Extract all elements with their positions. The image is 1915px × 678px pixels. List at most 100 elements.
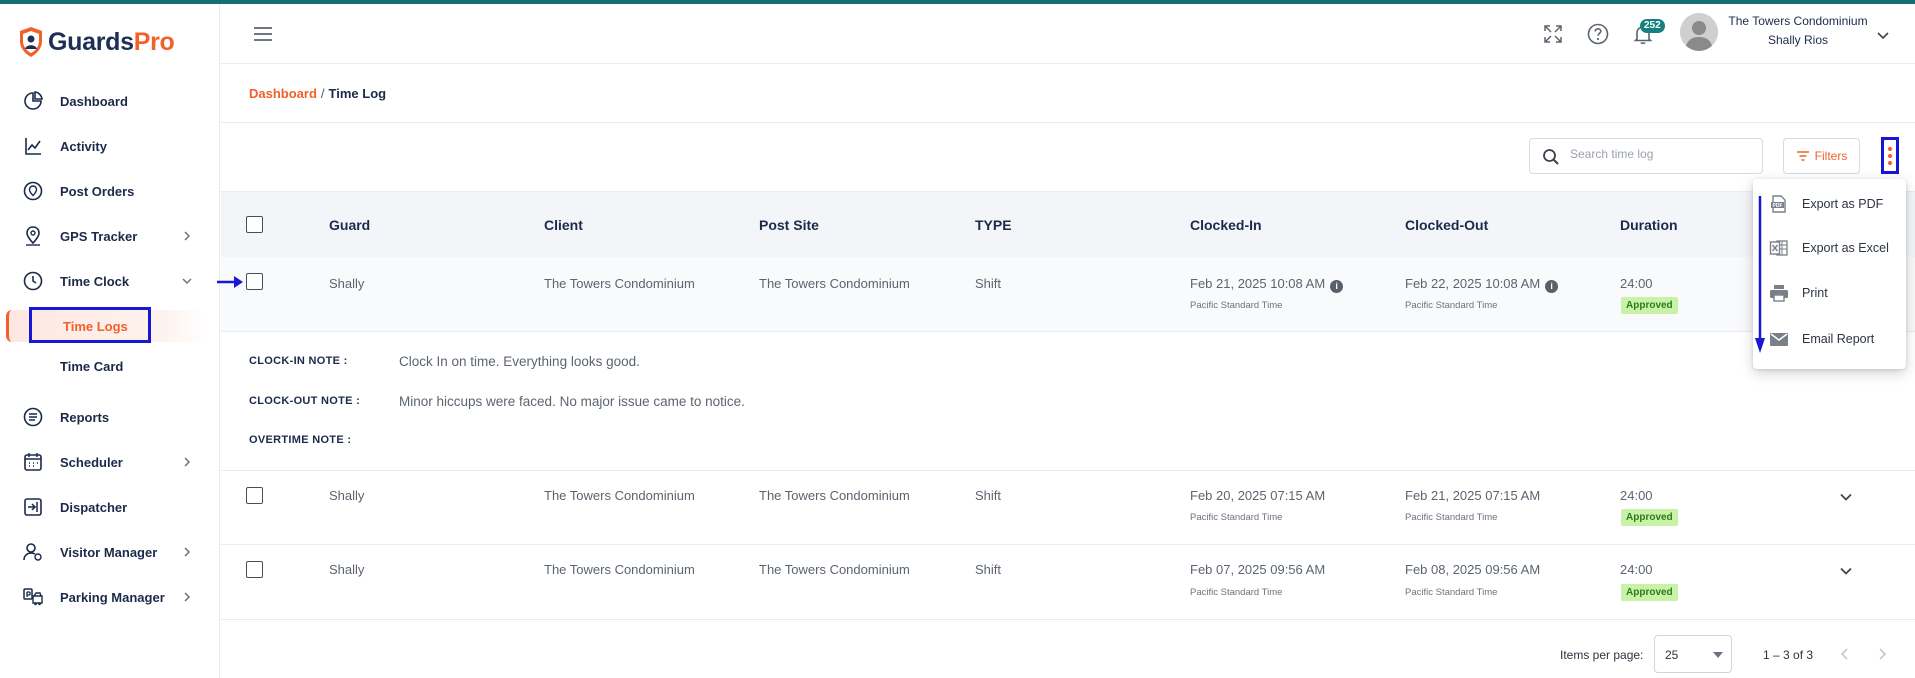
sidebar-item-visitor-manager[interactable]: Visitor Manager — [0, 534, 210, 570]
sidebar-item-gps-tracker[interactable]: GPS Tracker — [0, 218, 210, 254]
logo[interactable]: GuardsPro — [18, 26, 175, 58]
select-all-checkbox[interactable] — [246, 216, 263, 233]
menu-item-label: Export as Excel — [1802, 241, 1889, 255]
status-badge: Approved — [1621, 509, 1678, 526]
row-checkbox[interactable] — [246, 561, 263, 578]
fullscreen-icon[interactable] — [1541, 22, 1565, 46]
cell-clocked-out-timezone: Pacific Standard Time — [1405, 300, 1498, 311]
row-checkbox[interactable] — [246, 273, 263, 290]
filters-label: Filters — [1814, 149, 1848, 163]
sidebar-item-label: Dashboard — [60, 93, 128, 109]
column-header-clocked-in[interactable]: Clocked-In — [1190, 217, 1262, 233]
expand-row-chevron-down-icon[interactable] — [1838, 489, 1854, 505]
cell-duration: 24:00 — [1620, 562, 1653, 577]
overtime-note-label: OVERTIME NOTE : — [249, 434, 352, 446]
cell-client: The Towers Condominium — [544, 488, 695, 503]
cell-post-site: The Towers Condominium — [759, 276, 910, 291]
column-header-client[interactable]: Client — [544, 217, 583, 233]
info-icon[interactable]: i — [1330, 280, 1344, 293]
more-dot — [1888, 153, 1892, 158]
search-box[interactable] — [1529, 138, 1763, 174]
cell-clocked-out: Feb 22, 2025 10:08 AM i — [1405, 276, 1559, 293]
clock-in-note-label: CLOCK-IN NOTE : — [249, 355, 348, 367]
user-menu-chevron-down-icon[interactable] — [1875, 27, 1891, 43]
table-row[interactable]: Shally The Towers Condominium The Towers… — [221, 471, 1915, 545]
column-header-post-site[interactable]: Post Site — [759, 217, 819, 233]
cell-clocked-in-timezone: Pacific Standard Time — [1190, 587, 1283, 598]
cell-guard: Shally — [329, 488, 365, 503]
previous-page-icon[interactable] — [1838, 647, 1852, 661]
clock-in-note-value: Clock In on time. Everything looks good. — [399, 354, 640, 369]
calendar-icon — [24, 453, 42, 471]
user-organization: The Towers Condominium — [1728, 14, 1868, 28]
cell-clocked-out-timezone: Pacific Standard Time — [1405, 512, 1498, 523]
brand-name-part2: Pro — [133, 27, 175, 56]
hamburger-menu-icon[interactable] — [253, 26, 273, 42]
sidebar-item-dashboard[interactable]: Dashboard — [0, 83, 210, 119]
sidebar-item-label: Post Orders — [60, 183, 135, 199]
next-page-icon[interactable] — [1875, 647, 1889, 661]
cell-duration: 24:00 — [1620, 488, 1653, 503]
dispatcher-icon — [24, 498, 42, 516]
sidebar-subitem-time-card[interactable]: Time Card — [30, 350, 200, 382]
search-input[interactable] — [1570, 147, 1750, 161]
breadcrumb-link-dashboard[interactable]: Dashboard — [249, 86, 317, 101]
filter-icon — [1796, 151, 1809, 161]
sidebar-item-dispatcher[interactable]: Dispatcher — [0, 489, 210, 525]
avatar[interactable] — [1680, 13, 1718, 51]
clocked-out-value: Feb 22, 2025 10:08 AM — [1405, 276, 1541, 291]
breadcrumb: Dashboard / Time Log — [249, 86, 386, 101]
parking-icon — [23, 588, 43, 606]
more-options-button[interactable] — [1881, 137, 1899, 174]
sidebar-item-label: Scheduler — [60, 454, 123, 470]
cell-post-site: The Towers Condominium — [759, 488, 910, 503]
email-icon — [1770, 333, 1788, 346]
status-badge: Approved — [1621, 297, 1678, 314]
post-orders-icon — [23, 181, 43, 201]
notification-count-badge: 252 — [1640, 19, 1665, 33]
menu-item-export-excel[interactable]: Export as Excel — [1753, 226, 1906, 270]
filters-button[interactable]: Filters — [1783, 138, 1860, 174]
column-header-clocked-out[interactable]: Clocked-Out — [1405, 217, 1488, 233]
shield-logo-icon — [20, 27, 42, 57]
table-row[interactable]: Shally The Towers Condominium The Towers… — [221, 545, 1915, 620]
divider — [221, 122, 1915, 123]
cell-clocked-out: Feb 08, 2025 09:56 AM — [1405, 562, 1541, 577]
printer-icon — [1770, 285, 1788, 302]
breadcrumb-current: Time Log — [328, 86, 387, 101]
column-header-duration[interactable]: Duration — [1620, 217, 1678, 233]
sidebar-item-time-clock[interactable]: Time Clock — [0, 263, 210, 299]
sidebar-item-activity[interactable]: Activity — [0, 128, 210, 164]
pdf-icon: PDF — [1771, 195, 1786, 213]
info-icon[interactable]: i — [1545, 280, 1559, 293]
clocked-in-value: Feb 21, 2025 10:08 AM — [1190, 276, 1326, 291]
column-header-type[interactable]: TYPE — [975, 217, 1012, 233]
menu-item-label: Export as PDF — [1802, 197, 1884, 211]
items-per-page-select[interactable]: 25 — [1654, 635, 1732, 673]
column-header-guard[interactable]: Guard — [329, 217, 370, 233]
cell-type: Shift — [975, 562, 1002, 577]
menu-item-print[interactable]: Print — [1753, 271, 1906, 315]
menu-item-email-report[interactable]: Email Report — [1753, 317, 1906, 361]
items-per-page-value: 25 — [1665, 648, 1679, 662]
help-icon[interactable] — [1586, 22, 1610, 46]
sidebar-item-label: Time Clock — [60, 273, 130, 289]
sidebar-item-post-orders[interactable]: Post Orders — [0, 173, 210, 209]
table-row[interactable]: Shally The Towers Condominium The Towers… — [221, 257, 1915, 332]
sidebar-subitem-label: Time Card — [60, 358, 124, 374]
expand-row-chevron-down-icon[interactable] — [1838, 563, 1854, 579]
sidebar-item-label: Parking Manager — [60, 589, 165, 605]
more-dot — [1888, 146, 1892, 151]
clock-out-note-value: Minor hiccups were faced. No major issue… — [399, 394, 745, 409]
sidebar-item-scheduler[interactable]: Scheduler — [0, 444, 210, 480]
sidebar-item-reports[interactable]: Reports — [0, 399, 210, 435]
row-checkbox[interactable] — [246, 487, 263, 504]
chevron-right-icon — [184, 547, 191, 557]
sidebar-item-parking-manager[interactable]: Parking Manager — [0, 579, 210, 615]
sidebar-item-label: Dispatcher — [60, 499, 128, 515]
clock-out-note-label: CLOCK-OUT NOTE : — [249, 395, 361, 407]
top-header — [221, 4, 1915, 64]
menu-item-export-pdf[interactable]: PDF Export as PDF — [1753, 182, 1906, 226]
cell-duration: 24:00 — [1620, 276, 1653, 291]
cell-clocked-in: Feb 21, 2025 10:08 AM i — [1190, 276, 1344, 293]
